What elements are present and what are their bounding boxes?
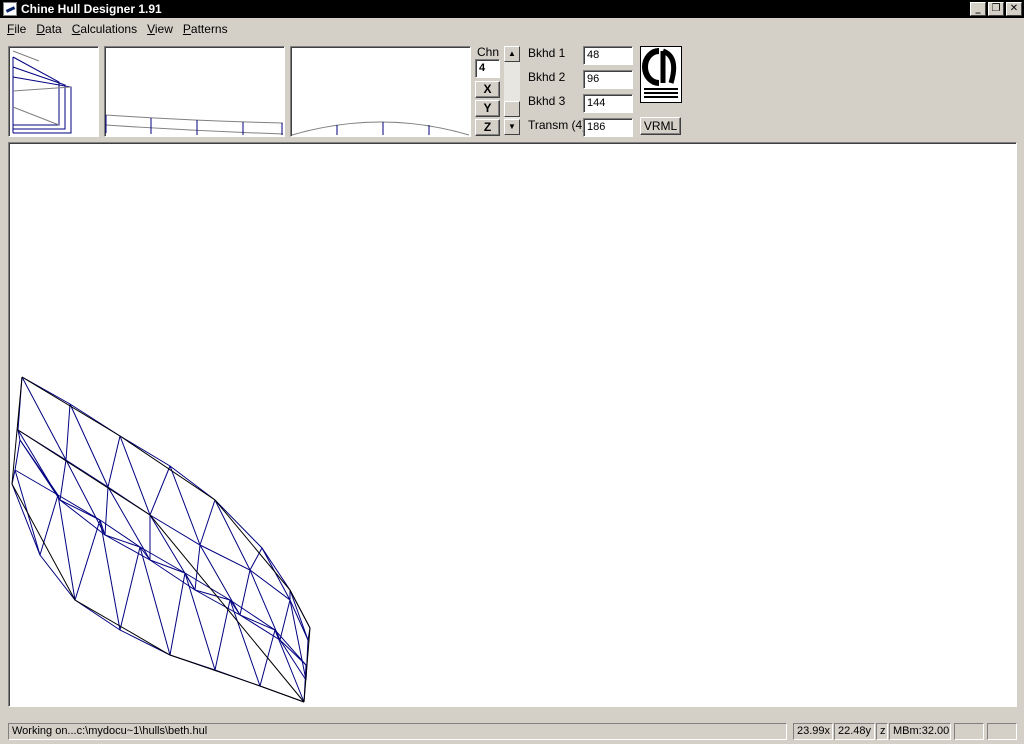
transom-label: Transm (4) [528,118,587,132]
window-controls: _ ❐ ✕ [968,2,1022,16]
chine-scrollbar[interactable]: ▲ ▼ [504,46,520,135]
status-y-coordinate: 22.48y [834,723,875,740]
logo-emblem [642,48,679,98]
hull-drawing-canvas[interactable] [8,142,1017,707]
status-pane-extra-2 [987,723,1017,740]
restore-button[interactable]: ❐ [988,2,1004,16]
hull-wire-segment [261,547,291,601]
hull-wire-segment [194,544,201,591]
hull-wire-segment [59,459,67,501]
hull-wire-segment [184,572,216,671]
bulkhead-3-field[interactable]: 144 [583,94,633,113]
status-memory: MBm:32.00 [889,723,951,740]
minimize-button[interactable]: _ [970,2,986,16]
hull-wire-segment [149,465,171,516]
hull-wire-segment [107,435,121,488]
transom-field[interactable]: 186 [583,118,633,137]
hull-wire-segment [249,547,263,571]
scroll-down-arrow-icon[interactable]: ▼ [504,119,520,135]
hull-transom-outline [303,627,311,703]
hull-wire-segment [74,519,101,601]
hull-wireframe [11,376,311,703]
plan-view-drawing [291,121,470,136]
status-message: Working on...c:\mydocu~1\hulls\beth.hul [8,723,787,740]
hull-wire-segment [214,599,231,671]
hull-outline-lines [11,376,311,703]
vrml-button[interactable]: VRML [640,117,681,135]
hull-wire-segment [279,599,291,641]
menu-calculations[interactable]: Calculations [67,22,142,36]
menu-view[interactable]: View [142,22,178,36]
hull-wire-segment [119,546,141,631]
status-pane-extra-1 [954,723,984,740]
hull-wire-segment [59,499,101,521]
logo [640,46,682,103]
section-view-thumbnail[interactable] [8,46,99,137]
bulkhead-3-label: Bkhd 3 [528,94,566,108]
window-title: Chine Hull Designer 1.91 [21,2,162,16]
bulkhead-2-label: Bkhd 2 [528,70,566,84]
hull-wire-segment [274,629,305,703]
bulkhead-2-field[interactable]: 96 [583,70,633,89]
hull-wire-segment [39,494,59,556]
scroll-thumb[interactable] [504,101,520,117]
hull-wire-segment [65,403,71,461]
title-bar[interactable]: Chine Hull Designer 1.91 _ ❐ ✕ [0,0,1024,18]
hull-wire-segment [119,435,151,516]
hull-wire-segment [104,486,109,536]
chine-label: Chn [477,45,500,59]
menu-patterns[interactable]: Patterns [178,22,233,36]
hull-wire-segment [199,499,216,546]
menu-bar: File Data Calculations View Patterns [0,19,1024,38]
profile-view-thumbnail[interactable] [104,46,285,137]
hull-bow-outline [11,376,23,485]
plan-view-thumbnail[interactable] [290,46,471,137]
axis-z-button[interactable]: Z [475,119,500,136]
app-icon[interactable] [3,2,17,16]
hull-diagonal-outline [17,429,305,703]
profile-view-drawing [105,114,284,135]
hull-wire-segment [249,569,281,641]
bulkhead-1-field[interactable]: 48 [583,46,633,65]
hull-wire-segment [239,569,251,616]
menu-file[interactable]: File [2,22,31,36]
hull-wire-segment [169,572,186,656]
section-view-drawing [12,50,72,134]
close-button[interactable]: ✕ [1006,2,1022,16]
status-x-coordinate: 23.99x [793,723,833,740]
hull-wire-segment [149,559,186,574]
hull-wire-segment [19,439,59,496]
axis-x-button[interactable]: X [475,81,500,98]
status-bar: Working on...c:\mydocu~1\hulls\beth.hul … [0,721,1024,742]
scroll-up-arrow-icon[interactable]: ▲ [504,46,520,62]
menu-data[interactable]: Data [31,22,66,36]
bulkhead-1-label: Bkhd 1 [528,46,566,60]
axis-y-button[interactable]: Y [475,100,500,117]
status-z-coordinate: z [876,723,888,740]
hull-wire-lines [11,376,311,703]
chine-field[interactable]: 4 [475,59,500,78]
